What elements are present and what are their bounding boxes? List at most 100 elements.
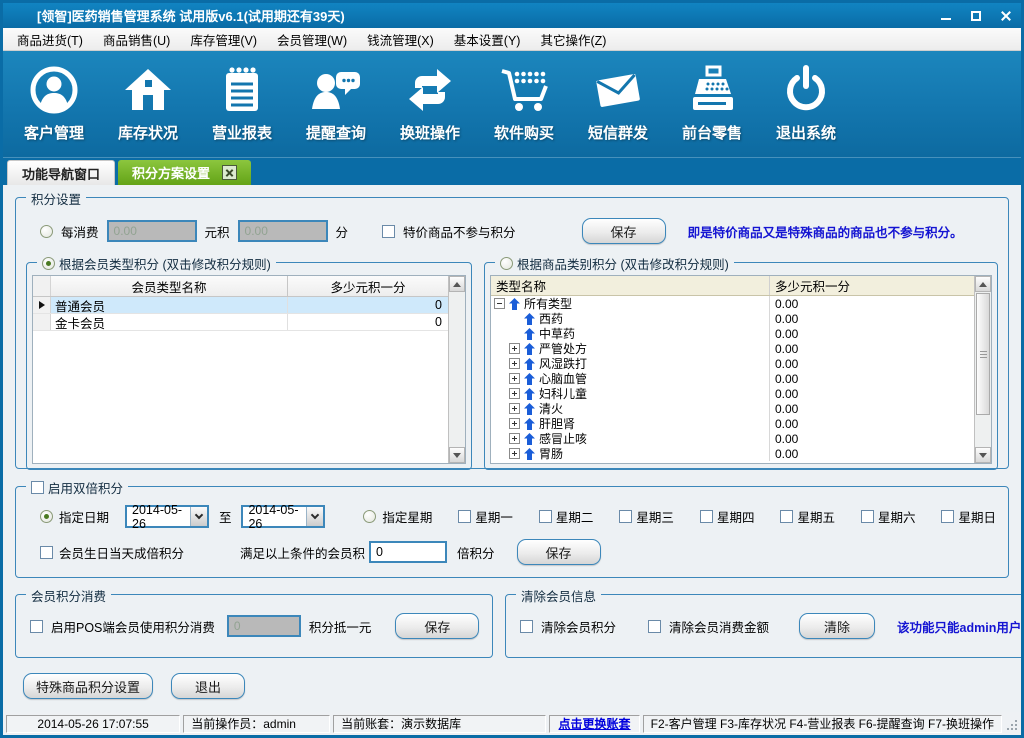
scroll-thumb[interactable] [976,293,990,415]
specify-weekday-radio[interactable] [363,510,376,523]
column-member-type-name[interactable]: 会员类型名称 [51,276,288,296]
points-consume-group: 会员积分消费 启用POS端会员使用积分消费 0 积分抵一元 保存 [15,594,493,658]
category-grid: 类型名称 多少元积一分 所有类型 0.00 [490,275,992,464]
chevron-down-icon[interactable] [190,507,207,526]
special-goods-checkbox-label: 特价商品不参与积分 [403,222,516,241]
monday-checkbox[interactable] [458,510,471,523]
tree-row[interactable]: 感冒止咳 0.00 [491,431,974,446]
column-category-name[interactable]: 类型名称 [491,276,769,295]
per-consume-radio[interactable] [40,225,53,238]
maximize-icon[interactable] [969,9,983,23]
resize-grip[interactable] [1005,717,1018,731]
minimize-icon[interactable] [939,9,953,23]
member-type-row[interactable]: 金卡会员 0 [33,314,448,331]
sunday-checkbox[interactable] [941,510,954,523]
toolbar-item-business-report[interactable]: 营业报表 [195,51,289,157]
enable-pos-points-checkbox[interactable] [30,620,43,633]
up-arrow-icon [524,448,535,460]
wednesday-checkbox[interactable] [619,510,632,523]
tree-expand-icon[interactable] [509,403,520,414]
category-points-radio[interactable] [500,257,513,270]
column-points-per-yuan[interactable]: 多少元积一分 [288,276,448,296]
scroll-down-icon[interactable] [449,447,465,463]
menu-item-other[interactable]: 其它操作(Z) [530,30,616,49]
date-from-select[interactable]: 2014-05-26 [125,505,209,528]
birthday-double-checkbox[interactable] [40,546,53,559]
chevron-down-icon[interactable] [306,507,323,526]
tree-row[interactable]: 妇科儿童 0.00 [491,386,974,401]
member-type-row[interactable]: 普通会员 0 [33,297,448,314]
tree-expand-icon[interactable] [509,448,520,459]
special-goods-checkbox[interactable] [382,225,395,238]
clear-member-amount-checkbox[interactable] [648,620,661,633]
menu-item-sales[interactable]: 商品销售(U) [93,30,180,49]
specify-date-radio[interactable] [40,510,53,523]
tree-row[interactable]: 清火 0.00 [491,401,974,416]
scroll-down-icon[interactable] [975,447,991,463]
tab-function-navigation[interactable]: 功能导航窗口 [7,160,115,185]
menu-item-cashflow[interactable]: 钱流管理(X) [357,30,444,49]
menu-item-inventory[interactable]: 库存管理(V) [180,30,267,49]
clear-member-points-checkbox[interactable] [520,620,533,633]
points-earned-field: 0.00 [238,220,328,242]
menu-item-settings[interactable]: 基本设置(Y) [444,30,531,49]
multiplier-input[interactable]: 0 [369,541,447,563]
up-arrow-icon [509,298,520,310]
tree-expand-icon[interactable] [509,433,520,444]
friday-checkbox[interactable] [780,510,793,523]
title-bar: [领智]医药销售管理系统 试用版v6.1(试用期还有39天) [3,3,1021,28]
save-points-consume-button[interactable]: 保存 [395,613,479,639]
thursday-checkbox[interactable] [700,510,713,523]
member-type-points-radio[interactable] [42,257,55,270]
tree-expand-icon[interactable] [509,343,520,354]
tab-points-plan-settings[interactable]: 积分方案设置 [118,160,251,185]
tree-expand-icon[interactable] [509,418,520,429]
tree-expand-icon[interactable] [509,358,520,369]
tree-collapse-icon[interactable] [494,298,505,309]
enable-double-points-checkbox[interactable] [31,481,44,494]
tree-row[interactable]: 西药 0.00 [491,311,974,326]
menu-item-purchase[interactable]: 商品进货(T) [7,30,93,49]
save-consume-button[interactable]: 保存 [582,218,666,244]
saturday-checkbox[interactable] [861,510,874,523]
menu-item-member[interactable]: 会员管理(W) [267,30,357,49]
toolbar-item-sms-broadcast[interactable]: 短信群发 [571,51,665,157]
tree-row[interactable]: 风湿跌打 0.00 [491,356,974,371]
toolbar-item-inventory-status[interactable]: 库存状况 [101,51,195,157]
inventory-icon [122,61,174,119]
tab-close-icon[interactable] [222,165,237,180]
category-scrollbar[interactable] [974,276,991,463]
toolbar-item-front-retail[interactable]: 前台零售 [665,51,759,157]
save-double-points-button[interactable]: 保存 [517,539,601,565]
tree-row-all-types[interactable]: 所有类型 0.00 [491,296,974,311]
shift-icon [404,61,456,119]
toolbar-item-exit-system[interactable]: 退出系统 [759,51,853,157]
scroll-up-icon[interactable] [449,276,465,292]
date-to-select[interactable]: 2014-05-26 [241,505,325,528]
up-arrow-icon [524,418,535,430]
member-type-points-title: 根据会员类型积分 (双击修改积分规则) [59,254,271,273]
switch-account-link[interactable]: 点击更换账套 [559,715,631,732]
tree-expand-icon[interactable] [509,373,520,384]
exit-button[interactable]: 退出 [171,673,245,699]
toolbar-item-reminder-query[interactable]: 提醒查询 [289,51,383,157]
category-points-title: 根据商品类别积分 (双击修改积分规则) [517,254,729,273]
tree-expand-icon[interactable] [509,388,520,399]
tree-row[interactable]: 中草药 0.00 [491,326,974,341]
toolbar-item-customer-mgmt[interactable]: 客户管理 [7,51,101,157]
close-icon[interactable] [999,9,1013,23]
toolbar-item-software-purchase[interactable]: 软件购买 [477,51,571,157]
tree-row[interactable]: 胃肠 0.00 [491,446,974,461]
special-goods-points-button[interactable]: 特殊商品积分设置 [23,673,153,699]
clear-button[interactable]: 清除 [799,613,875,639]
tree-row[interactable]: 肝胆肾 0.00 [491,416,974,431]
scroll-up-icon[interactable] [975,276,991,292]
member-type-scrollbar[interactable] [448,276,465,463]
toolbar-item-shift-change[interactable]: 换班操作 [383,51,477,157]
unit-label: 元积 [205,222,230,241]
tuesday-checkbox[interactable] [539,510,552,523]
up-arrow-icon [524,328,535,340]
tree-row[interactable]: 心脑血管 0.00 [491,371,974,386]
tree-row[interactable]: 严管处方 0.00 [491,341,974,356]
column-points-per-yuan[interactable]: 多少元积一分 [769,276,974,295]
